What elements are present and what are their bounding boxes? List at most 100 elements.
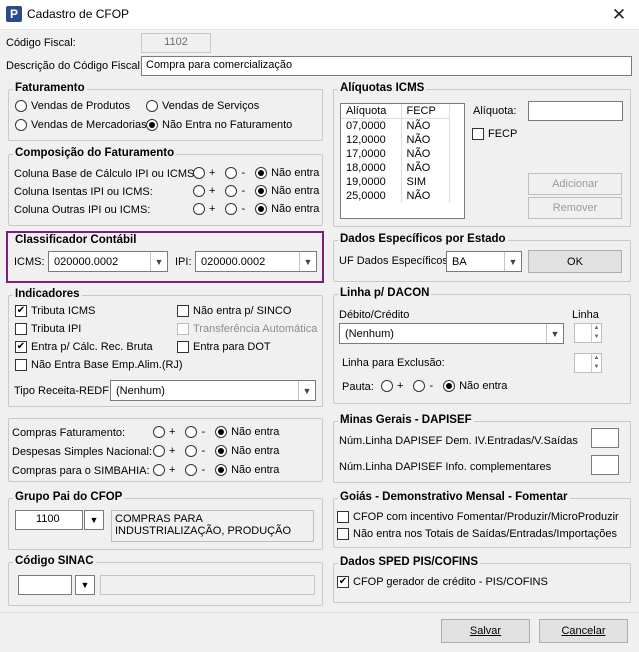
descricao-label: Descrição do Código Fiscal: xyxy=(6,60,143,72)
checkbox-icon[interactable] xyxy=(337,511,349,523)
radio-icon[interactable] xyxy=(225,185,238,197)
none-label: Não entra xyxy=(271,203,320,215)
minas-line1-field[interactable] xyxy=(591,428,619,448)
spinner-arrows-icon[interactable]: ▲ ▼ xyxy=(591,354,601,372)
radio-icon[interactable] xyxy=(146,100,158,112)
table-row[interactable]: 12,0000 NÃO xyxy=(341,132,450,147)
remover-button[interactable]: Remover xyxy=(528,197,622,219)
checkbox-icon[interactable] xyxy=(337,528,349,540)
icms-combo[interactable]: 020000.0002 ▼ xyxy=(48,251,168,272)
radio-icon[interactable] xyxy=(225,203,238,215)
ok-button[interactable]: OK xyxy=(528,250,622,273)
chk-dot[interactable]: Entra para DOT xyxy=(177,341,271,353)
checkbox-icon[interactable] xyxy=(177,341,189,353)
checkbox-icon[interactable] xyxy=(15,323,27,335)
plus-label: + xyxy=(169,426,176,438)
exclusao-spinner[interactable]: ▲ ▼ xyxy=(574,353,602,373)
radio-icon[interactable] xyxy=(185,464,198,476)
chevron-down-icon[interactable]: ▼ xyxy=(75,575,95,595)
table-row[interactable]: 19,0000 SIM xyxy=(341,174,450,189)
none-label: Não entra xyxy=(231,445,280,457)
descricao-field[interactable]: Compra para comercialização xyxy=(141,56,632,76)
minas-line2-field[interactable] xyxy=(591,455,619,475)
radio-icon[interactable] xyxy=(185,445,198,457)
faturamento-opt-servicos[interactable]: Vendas de Serviços xyxy=(146,100,259,112)
tipo-receita-combo[interactable]: (Nenhum) ▼ xyxy=(110,380,316,401)
salvar-button[interactable]: Salvar xyxy=(441,619,530,643)
radio-icon[interactable] xyxy=(193,203,205,215)
checkbox-checked-icon[interactable]: ✔ xyxy=(15,341,27,353)
chk-label: Transferência Automática xyxy=(193,323,318,335)
radio-icon[interactable] xyxy=(193,185,205,197)
fecp-checkbox[interactable]: FECP xyxy=(472,128,517,140)
radio-selected-icon[interactable] xyxy=(255,185,268,197)
faturamento-opt-nao-entra[interactable]: Não Entra no Faturamento xyxy=(146,119,292,131)
none-label: Não entra xyxy=(271,185,320,197)
faturamento-opt-mercadorias[interactable]: Vendas de Mercadorias xyxy=(15,119,147,131)
table-row[interactable]: 07,0000 NÃO xyxy=(341,118,450,133)
radio-selected-icon[interactable] xyxy=(255,167,268,179)
cancelar-button[interactable]: Cancelar xyxy=(539,619,628,643)
radio-icon[interactable] xyxy=(153,445,165,457)
checkbox-icon[interactable] xyxy=(177,305,189,317)
table-row[interactable]: 18,0000 NÃO xyxy=(341,160,450,175)
checkbox-checked-icon[interactable]: ✔ xyxy=(15,305,27,317)
chk-tributa-ipi[interactable]: Tributa IPI xyxy=(15,323,81,335)
chevron-down-icon[interactable]: ▼ xyxy=(299,252,316,271)
chevron-down-icon[interactable]: ▼ xyxy=(150,252,167,271)
chevron-down-icon[interactable]: ▼ xyxy=(546,324,563,343)
ipi-combo[interactable]: 020000.0002 ▼ xyxy=(195,251,317,272)
chevron-down-icon[interactable]: ▼ xyxy=(504,252,521,271)
table-row[interactable]: 17,0000 NÃO xyxy=(341,146,450,161)
checkbox-checked-icon[interactable]: ✔ xyxy=(337,576,349,588)
radio-icon[interactable] xyxy=(225,167,238,179)
aliquotas-list[interactable]: Alíquota FECP 07,0000 NÃO 12,0000 NÃO 17,00… xyxy=(340,103,465,219)
chevron-down-icon[interactable]: ▼ xyxy=(84,510,104,530)
radio-icon[interactable] xyxy=(15,100,27,112)
radio-icon[interactable] xyxy=(153,464,165,476)
radio-icon[interactable] xyxy=(381,380,393,392)
cell: 25,0000 xyxy=(341,188,402,203)
col-fecp[interactable]: FECP xyxy=(401,104,450,119)
radio-selected-icon[interactable] xyxy=(215,464,228,476)
dacon-combo[interactable]: (Nenhum) ▼ xyxy=(339,323,564,344)
checkbox-icon[interactable] xyxy=(15,359,27,371)
uf-combo[interactable]: BA ▼ xyxy=(446,251,522,272)
radio-selected-icon[interactable] xyxy=(215,426,228,438)
none-label: Não entra xyxy=(231,464,280,476)
aliquota-field[interactable] xyxy=(528,101,623,121)
checkbox-disabled-icon xyxy=(177,323,189,335)
adicionar-button[interactable]: Adicionar xyxy=(528,173,622,195)
spinner-arrows-icon[interactable]: ▲ ▼ xyxy=(591,324,601,342)
radio-icon[interactable] xyxy=(413,380,426,392)
sinac-field[interactable] xyxy=(18,575,72,595)
close-icon[interactable]: ✕ xyxy=(604,4,634,26)
radio-selected-icon[interactable] xyxy=(146,119,158,131)
radio-selected-icon[interactable] xyxy=(443,380,456,392)
grupo-pai-code[interactable]: 1100 xyxy=(15,510,83,530)
chk-emp-alim[interactable]: Não Entra Base Emp.Alim.(RJ) xyxy=(15,359,183,371)
checkbox-icon[interactable] xyxy=(472,128,484,140)
radio-selected-icon[interactable] xyxy=(215,445,228,457)
col-aliquota[interactable]: Alíquota xyxy=(341,104,402,119)
goias-chk-incentivo[interactable]: CFOP com incentivo Fomentar/Produzir/Mic… xyxy=(337,511,619,523)
linha-spinner[interactable]: ▲ ▼ xyxy=(574,323,602,343)
goias-chk-totais[interactable]: Não entra nos Totais de Saídas/Entradas/… xyxy=(337,528,617,540)
radio-selected-icon[interactable] xyxy=(255,203,268,215)
chevron-down-icon[interactable]: ▼ xyxy=(298,381,315,400)
radio-icon[interactable] xyxy=(15,119,27,131)
table-row[interactable]: 25,0000 NÃO xyxy=(341,188,450,203)
compras-faturamento-radios: + - Não entra xyxy=(153,426,279,438)
classificador-title: Classificador Contábil xyxy=(13,234,139,246)
pauta-label: Pauta: xyxy=(342,381,374,393)
composicao-row3-radios: + - Não entra xyxy=(193,203,319,215)
ipi-label: IPI: xyxy=(175,256,192,268)
sped-chk-credito[interactable]: ✔ CFOP gerador de crédito - PIS/COFINS xyxy=(337,576,548,588)
faturamento-opt-produtos[interactable]: Vendas de Produtos xyxy=(15,100,130,112)
chk-rec-bruta[interactable]: ✔ Entra p/ Cálc. Rec. Bruta xyxy=(15,341,153,353)
radio-icon[interactable] xyxy=(185,426,198,438)
chk-sinco[interactable]: Não entra p/ SINCO xyxy=(177,305,291,317)
radio-icon[interactable] xyxy=(153,426,165,438)
radio-icon[interactable] xyxy=(193,167,205,179)
chk-tributa-icms[interactable]: ✔ Tributa ICMS xyxy=(15,305,95,317)
